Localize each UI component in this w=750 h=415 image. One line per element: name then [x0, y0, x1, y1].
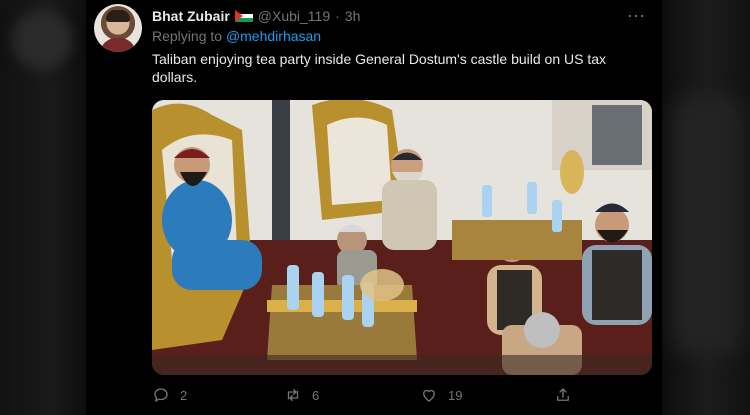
left-blurred-backdrop	[0, 0, 86, 415]
avatar[interactable]	[94, 4, 142, 52]
reply-count: 2	[180, 387, 188, 403]
replying-to-line: Replying to @mehdirhasan	[152, 28, 321, 44]
retweet-count: 6	[312, 387, 320, 403]
reply-button[interactable]: 2	[152, 386, 187, 404]
meta-separator: ·	[335, 8, 340, 24]
share-icon	[557, 388, 569, 401]
tweet-time[interactable]: 3h	[345, 8, 361, 24]
retweet-icon	[287, 389, 299, 401]
retweet-button[interactable]: 6	[284, 386, 319, 404]
tweet-header: Bhat Zubair @Xubi_119 · 3h	[152, 6, 360, 26]
author-handle[interactable]: @Xubi_119	[258, 8, 330, 24]
tweet-card[interactable]: Bhat Zubair @Xubi_119 · 3h ⋯ Replying to…	[86, 0, 662, 415]
heart-icon	[423, 389, 435, 402]
like-button[interactable]: 19	[420, 386, 462, 404]
reply-icon	[154, 388, 168, 402]
tweet-actions-bar: 2 6 19	[152, 386, 592, 410]
tweet-media-photo[interactable]	[152, 100, 652, 375]
more-options-icon[interactable]: ⋯	[627, 6, 646, 27]
reply-prefix: Replying to	[152, 28, 223, 44]
reply-mention-link[interactable]: @mehdirhasan	[226, 28, 321, 44]
photo-illustration	[152, 100, 652, 375]
like-count: 19	[448, 387, 463, 403]
share-button[interactable]	[554, 386, 582, 404]
tweet-text: Taliban enjoying tea party inside Genera…	[152, 51, 607, 85]
right-blurred-backdrop	[662, 0, 750, 415]
palestine-flag-icon	[234, 10, 253, 22]
author-name[interactable]: Bhat Zubair	[152, 8, 230, 24]
